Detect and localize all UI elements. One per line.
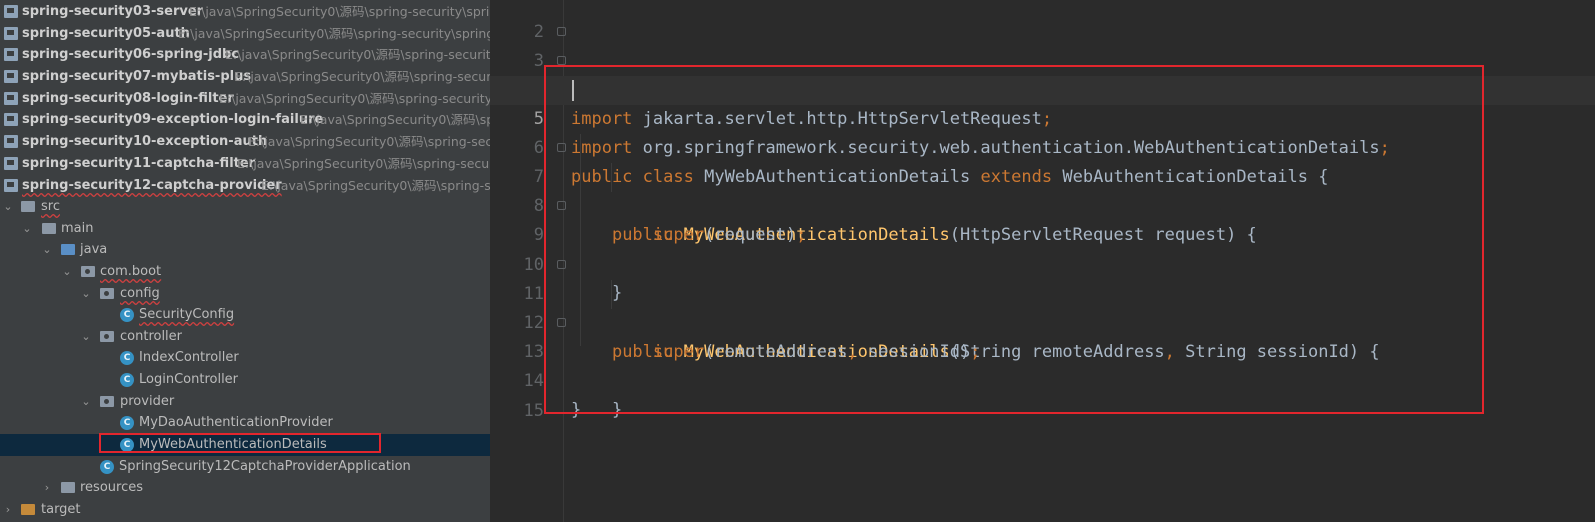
tree-item-module[interactable]: spring-security11-captcha-filter E:\java…	[0, 153, 490, 175]
module-icon	[4, 70, 18, 83]
tree-item-index-controller[interactable]: C IndexController	[0, 347, 490, 369]
chevron-down-icon[interactable]: ⌄	[80, 326, 92, 348]
tree-item-config[interactable]: ⌄ config	[0, 283, 490, 305]
package-icon	[100, 288, 114, 299]
chevron-down-icon[interactable]: ⌄	[61, 261, 73, 283]
module-icon	[4, 27, 18, 40]
module-icon	[4, 113, 18, 126]
class-label: LoginController	[139, 372, 239, 387]
module-name: spring-security03-server	[22, 4, 204, 19]
class-icon: C	[120, 416, 134, 430]
package-icon	[100, 331, 114, 342]
folder-label: main	[61, 221, 94, 236]
module-path: E:\java\SpringSecurity0\源码\spring-securi…	[189, 4, 490, 19]
resources-folder-icon	[61, 482, 75, 493]
class-icon: C	[120, 308, 134, 322]
chevron-right-icon[interactable]: ›	[41, 477, 53, 499]
folder-icon	[21, 201, 35, 212]
chevron-down-icon[interactable]: ⌄	[21, 218, 33, 240]
module-name: spring-security07-mybatis-plus	[22, 69, 252, 84]
spring-boot-class-icon: C	[100, 460, 114, 474]
code-line[interactable]: 3 import jakarta.servlet.http.HttpServle…	[490, 18, 1595, 129]
class-icon: C	[120, 351, 134, 365]
module-icon	[4, 5, 18, 18]
module-path: E:\java\SpringSecurity0\源码\spring-secu	[237, 156, 490, 171]
module-name: spring-security11-captcha-filter	[22, 156, 256, 171]
tree-item-security-config[interactable]: C SecurityConfig	[0, 304, 490, 326]
chevron-down-icon[interactable]: ⌄	[80, 283, 92, 305]
module-icon	[4, 135, 18, 148]
folder-icon	[42, 223, 56, 234]
tree-item-module[interactable]: spring-security06-spring-jdbc E:\java\Sp…	[0, 44, 490, 66]
tree-item-java[interactable]: ⌄ java	[0, 239, 490, 261]
module-path: E:\java\SpringSecurity0\源码\spring-securi…	[225, 47, 490, 62]
chevron-down-icon[interactable]: ⌄	[80, 391, 92, 413]
highlight-annotation-box	[99, 433, 381, 453]
module-name: spring-security09-exception-login-failur…	[22, 112, 324, 127]
module-name: spring-security10-exception-auth	[22, 134, 268, 149]
tree-item-module[interactable]: spring-security03-server E:\java\SpringS…	[0, 1, 490, 23]
module-path: E:\java\SpringSecurity0\源码\spring-securi…	[178, 26, 490, 41]
chevron-down-icon[interactable]: ⌄	[41, 239, 53, 261]
package-label: provider	[120, 394, 175, 409]
fold-icon[interactable]	[557, 27, 566, 36]
package-label: controller	[120, 329, 183, 344]
module-icon	[4, 48, 18, 61]
class-label: SecurityConfig	[139, 307, 235, 322]
tree-item-module[interactable]: spring-security12-captcha-provider E:\ja…	[0, 175, 490, 197]
class-icon: C	[120, 373, 134, 387]
source-folder-icon	[61, 244, 75, 255]
chevron-right-icon[interactable]: ›	[2, 499, 14, 521]
folder-label: resources	[80, 480, 144, 495]
project-tree-panel: spring-security03-server E:\java\SpringS…	[0, 0, 490, 522]
class-label: SpringSecurity12CaptchaProviderApplicati…	[119, 459, 411, 474]
tree-item-module[interactable]: spring-security09-exception-login-failur…	[0, 109, 490, 131]
folder-label: target	[41, 502, 81, 517]
tree-item-target[interactable]: › target	[0, 499, 490, 521]
class-label: MyDaoAuthenticationProvider	[139, 415, 333, 430]
module-path: E:\java\SpringSecurity0\源码\spring-sec	[248, 134, 490, 149]
module-path: E:\java\SpringSecurity0\源码\spring-secur	[234, 69, 490, 84]
tree-item-login-controller[interactable]: C LoginController	[0, 369, 490, 391]
tree-item-src[interactable]: ⌄ src	[0, 196, 490, 218]
highlight-annotation-box	[544, 65, 1484, 414]
module-name: spring-security12-captcha-provider	[22, 178, 282, 193]
module-name: spring-security06-spring-jdbc	[22, 47, 240, 62]
folder-label: src	[41, 199, 60, 214]
package-label: com.boot	[100, 264, 162, 279]
tree-item-controller[interactable]: ⌄ controller	[0, 326, 490, 348]
folder-label: java	[80, 242, 108, 257]
tree-item-module[interactable]: spring-security08-login-filter E:\java\S…	[0, 88, 490, 110]
tree-item-main[interactable]: ⌄ main	[0, 218, 490, 240]
line-number: 15	[523, 401, 544, 421]
package-label: config	[120, 286, 160, 301]
module-name: spring-security08-login-filter	[22, 91, 234, 106]
module-path: E:\java\SpringSecurity0\源码\spring-securi…	[219, 91, 490, 106]
tree-item-dao-provider[interactable]: C MyDaoAuthenticationProvider	[0, 412, 490, 434]
tree-item-application[interactable]: C SpringSecurity12CaptchaProviderApplica…	[0, 456, 490, 478]
excluded-folder-icon	[21, 504, 35, 515]
fold-icon[interactable]	[557, 56, 566, 65]
module-path: E:\java\SpringSecurity0\源码\spring-s	[261, 178, 490, 193]
chevron-down-icon[interactable]: ⌄	[2, 196, 14, 218]
tree-item-provider[interactable]: ⌄ provider	[0, 391, 490, 413]
package-icon	[81, 266, 95, 277]
module-icon	[4, 157, 18, 170]
tree-item-module[interactable]: spring-security05-auth E:\java\SpringSec…	[0, 23, 490, 45]
module-icon	[4, 179, 18, 192]
tree-item-package[interactable]: ⌄ com.boot	[0, 261, 490, 283]
module-path: E:\java\SpringSecurity0\源码\sp	[300, 112, 490, 127]
module-icon	[4, 92, 18, 105]
package-icon	[100, 396, 114, 407]
code-line[interactable]: 2	[490, 0, 1595, 42]
tree-item-module[interactable]: spring-security10-exception-auth E:\java…	[0, 131, 490, 153]
class-label: IndexController	[139, 350, 239, 365]
module-name: spring-security05-auth	[22, 26, 190, 41]
tree-item-module[interactable]: spring-security07-mybatis-plus E:\java\S…	[0, 66, 490, 88]
tree-item-resources[interactable]: › resources	[0, 477, 490, 499]
